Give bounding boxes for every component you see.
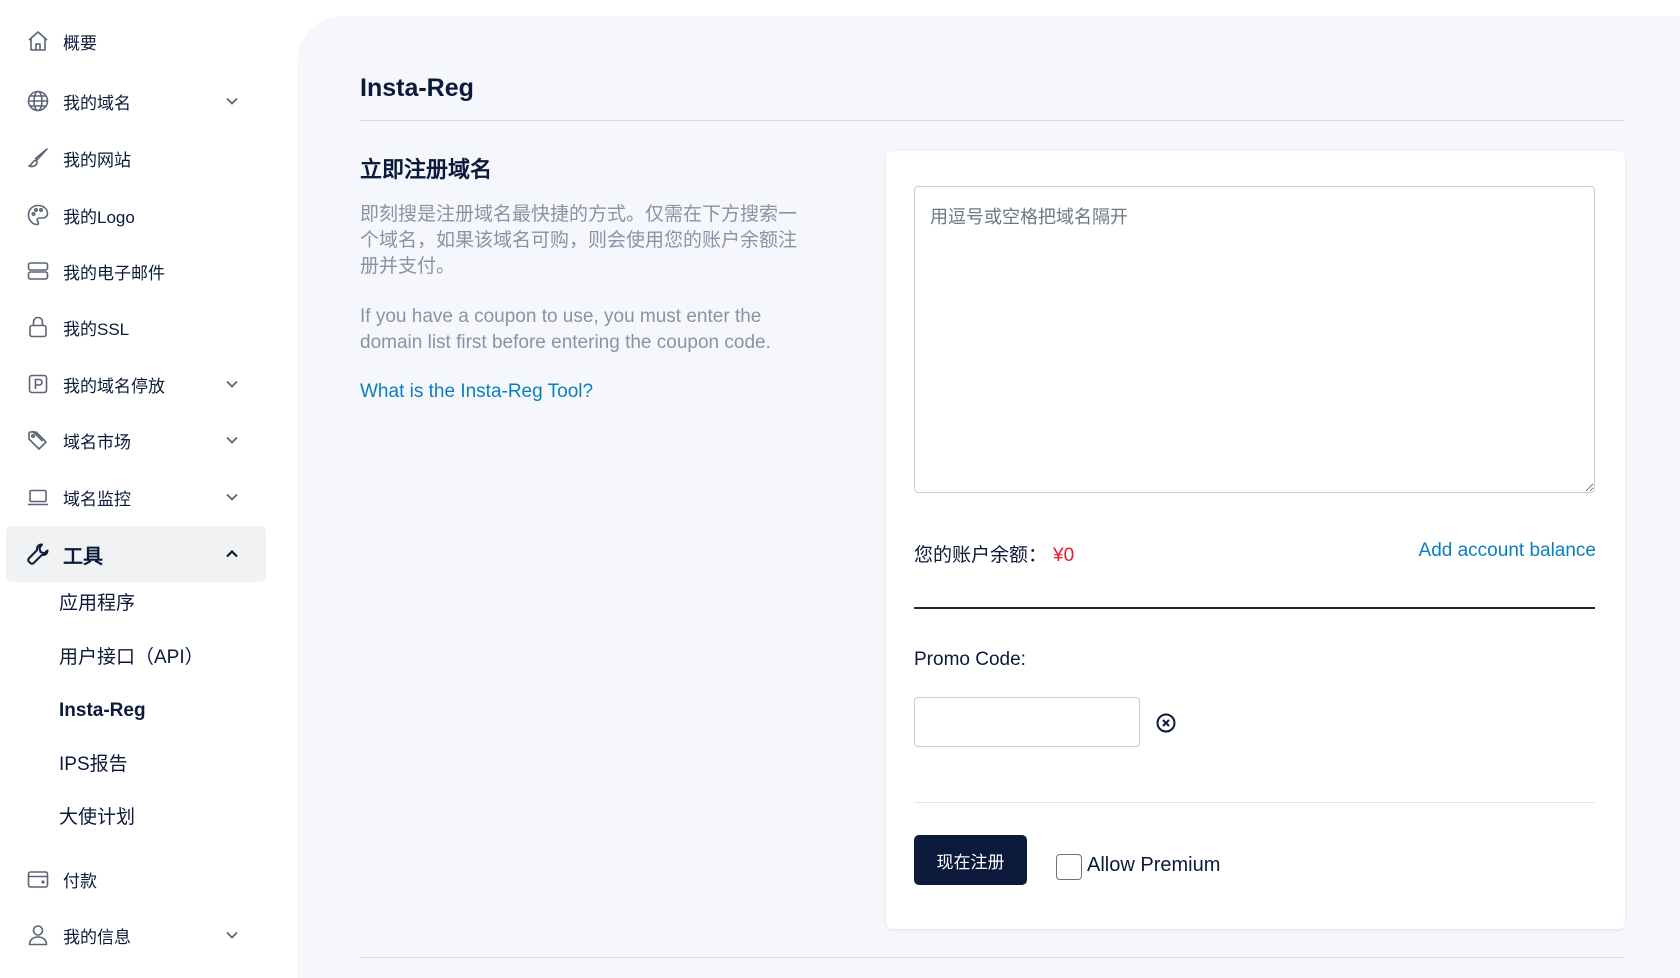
sidebar-subitem-ips-report[interactable]: IPS报告 — [59, 750, 128, 780]
sidebar-item-payments[interactable]: 付款 — [6, 851, 266, 907]
account-balance: 您的账户余额： ¥0 — [914, 540, 1074, 567]
palette-icon — [25, 202, 51, 228]
allow-premium-label[interactable]: Allow Premium — [1087, 854, 1220, 877]
laptop-icon — [25, 484, 51, 510]
divider — [360, 120, 1624, 121]
sidebar: 概要 我的域名 我的网站 我的Logo 我的电子邮件 我的SSL 我的域名停放 … — [0, 0, 280, 978]
sidebar-item-my-ssl[interactable]: 我的SSL — [6, 299, 266, 355]
chevron-down-icon — [226, 380, 238, 388]
balance-label: 您的账户余额： — [914, 545, 1048, 566]
intro-description: 即刻搜是注册域名最快捷的方式。仅需在下方搜索一个域名，如果该域名可购，则会使用您… — [360, 204, 798, 277]
sidebar-item-domain-market[interactable]: 域名市场 — [6, 412, 266, 468]
divider — [914, 607, 1595, 609]
sidebar-item-label: 我的域名 — [63, 93, 131, 113]
sidebar-item-label: 工具 — [63, 545, 103, 568]
sidebar-item-my-websites[interactable]: 我的网站 — [6, 130, 266, 186]
sidebar-item-label: 我的网站 — [63, 150, 131, 170]
chevron-down-icon — [226, 436, 238, 444]
sidebar-item-domain-monitor[interactable]: 域名监控 — [6, 469, 266, 525]
brush-icon — [25, 145, 51, 171]
page-title: Insta-Reg — [360, 74, 474, 102]
sidebar-item-my-email[interactable]: 我的电子邮件 — [6, 243, 266, 299]
sidebar-item-label: 我的信息 — [63, 927, 131, 947]
insta-reg-help-link[interactable]: What is the Insta-Reg Tool? — [360, 381, 593, 403]
promo-code-label: Promo Code: — [914, 649, 1026, 670]
domains-input[interactable] — [914, 186, 1595, 493]
allow-premium-checkbox[interactable] — [1056, 854, 1082, 880]
register-now-button[interactable]: 现在注册 — [914, 835, 1027, 885]
sidebar-item-overview[interactable]: 概要 — [6, 13, 266, 69]
sidebar-item-my-info[interactable]: 我的信息 — [6, 907, 266, 963]
sidebar-item-label: 概要 — [63, 33, 97, 53]
server-icon — [25, 258, 51, 284]
sidebar-item-label: 我的Logo — [63, 207, 135, 227]
sidebar-item-label: 域名市场 — [63, 432, 131, 452]
balance-value: ¥0 — [1053, 545, 1075, 566]
sidebar-subitem-insta-reg[interactable]: Insta-Reg — [59, 696, 146, 726]
home-icon — [25, 28, 51, 54]
chevron-down-icon — [226, 931, 238, 939]
divider — [360, 957, 1624, 958]
sidebar-subitem-applications[interactable]: 应用程序 — [59, 589, 135, 619]
chevron-down-icon — [226, 97, 238, 105]
parking-icon — [25, 371, 51, 397]
sidebar-item-domain-parking[interactable]: 我的域名停放 — [6, 356, 266, 412]
sidebar-item-label: 域名监控 — [63, 489, 131, 509]
clear-circle-icon[interactable] — [1154, 711, 1178, 735]
wallet-icon — [25, 866, 51, 892]
sidebar-item-label: 我的SSL — [63, 319, 130, 339]
globe-icon — [25, 88, 51, 114]
chevron-up-icon — [226, 549, 238, 558]
coupon-note: If you have a coupon to use, you must en… — [360, 306, 771, 353]
divider — [914, 802, 1595, 803]
lock-icon — [25, 314, 51, 340]
tag-icon — [25, 427, 51, 453]
user-icon — [25, 922, 51, 948]
intro-heading: 立即注册域名 — [360, 157, 493, 182]
sidebar-item-tools[interactable]: 工具 — [6, 526, 266, 582]
chevron-down-icon — [226, 493, 238, 501]
sidebar-subitem-ambassador[interactable]: 大使计划 — [59, 803, 135, 833]
main-panel: Insta-Reg 立即注册域名 即刻搜是注册域名最快捷的方式。仅需在下方搜索一… — [297, 16, 1680, 978]
insta-reg-form-card: 您的账户余额：¥0 Add account balance Promo Code… — [886, 151, 1625, 929]
sidebar-item-my-logo[interactable]: 我的Logo — [6, 187, 266, 243]
promo-code-input[interactable] — [914, 697, 1140, 747]
sidebar-item-label: 我的域名停放 — [63, 376, 165, 396]
sidebar-item-label: 我的电子邮件 — [63, 263, 165, 283]
sidebar-subitem-api[interactable]: 用户接口（API） — [59, 643, 204, 673]
add-account-balance-link[interactable]: Add account balance — [1419, 540, 1596, 562]
sidebar-item-label: 付款 — [63, 871, 97, 891]
wrench-icon — [25, 541, 51, 567]
sidebar-item-my-domains[interactable]: 我的域名 — [6, 73, 266, 129]
